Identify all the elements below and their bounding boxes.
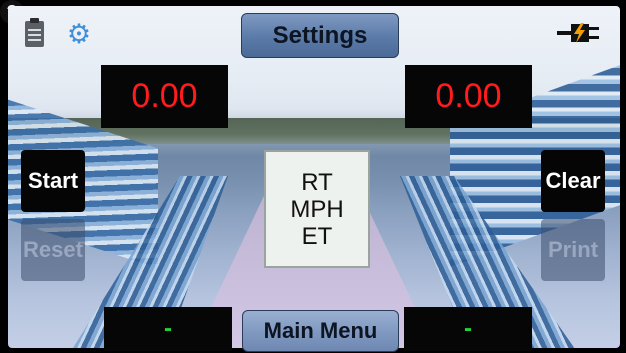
clipboard-icon[interactable] — [25, 18, 44, 47]
right-timer-value: 0.00 — [435, 77, 502, 115]
mph-label: MPH — [290, 195, 344, 223]
rt-label: RT — [301, 168, 333, 196]
left-timer-display: 0.00 — [101, 65, 228, 128]
clear-button[interactable]: Clear — [541, 150, 605, 212]
reset-button-label: Reset — [23, 237, 83, 262]
result-labels-box: RT MPH ET — [264, 150, 370, 268]
left-timer-value: 0.00 — [131, 77, 198, 115]
settings-button[interactable]: Settings — [241, 13, 399, 58]
main-menu-button-label: Main Menu — [263, 318, 378, 343]
main-menu-button[interactable]: Main Menu — [242, 310, 399, 352]
start-button-label: Start — [27, 168, 79, 193]
gear-icon[interactable]: ⚙ — [67, 21, 91, 48]
right-status-value: - — [464, 315, 472, 342]
print-button[interactable]: Print — [541, 219, 605, 281]
clear-button-label: Clear — [545, 168, 601, 193]
left-status-display: - — [104, 307, 232, 351]
plug-icon — [557, 23, 599, 43]
left-status-value: - — [164, 315, 172, 342]
settings-button-label: Settings — [272, 21, 368, 49]
print-button-label: Print — [547, 237, 599, 262]
et-label: ET — [301, 222, 333, 250]
right-timer-display: 0.00 — [405, 65, 532, 128]
start-button[interactable]: Start — [21, 150, 85, 212]
right-status-display: - — [404, 307, 532, 351]
reset-button[interactable]: Reset — [21, 219, 85, 281]
